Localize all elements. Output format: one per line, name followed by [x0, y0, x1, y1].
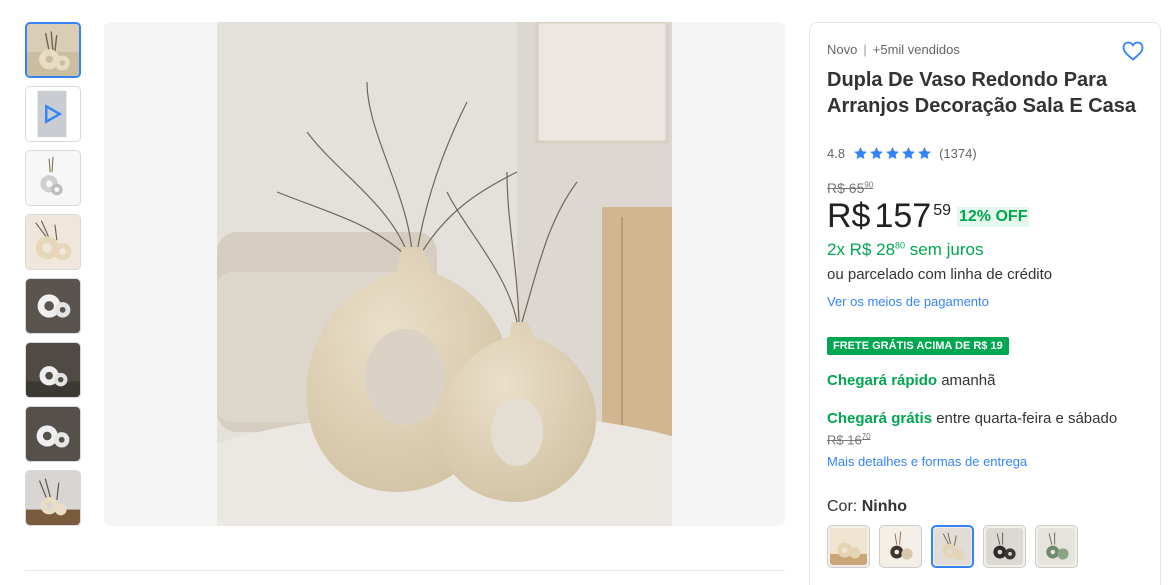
star-icon — [886, 147, 899, 160]
delivery-details-link[interactable]: Mais detalhes e formas de entrega — [827, 454, 1027, 469]
swatch-cream-vases[interactable] — [879, 525, 922, 568]
rating-row[interactable]: 4.8 (1374) — [827, 146, 977, 161]
price-integer: 157 — [874, 197, 932, 235]
sold-count: +5mil vendidos — [872, 42, 960, 57]
favorite-heart-icon[interactable] — [1121, 39, 1145, 63]
current-price: R$ 157 59 12% OFF — [827, 197, 1030, 236]
swatch-dark-vases[interactable] — [983, 525, 1026, 568]
thumbnail-4[interactable] — [25, 214, 81, 270]
thumbnail-8[interactable] — [25, 470, 81, 526]
color-label: Cor: Ninho — [827, 498, 908, 515]
thumbnail-video[interactable] — [25, 86, 81, 142]
discount-badge: 12% OFF — [957, 207, 1030, 227]
thumbnail-6[interactable] — [25, 342, 81, 398]
swatch-ninho[interactable] — [931, 525, 974, 568]
free-shipping-badge: FRETE GRÁTIS ACIMA DE R$ 19 — [827, 337, 1009, 355]
thumbnail-3[interactable] — [25, 150, 81, 206]
thumbnail-1[interactable] — [25, 22, 81, 78]
divider — [25, 570, 785, 571]
credit-line-text: ou parcelado com linha de crédito — [827, 266, 1053, 283]
price-currency: R$ — [827, 197, 871, 235]
condition-label: Novo — [827, 42, 858, 57]
star-icon — [870, 147, 883, 160]
star-icon — [854, 147, 867, 160]
thumbnail-7[interactable] — [25, 406, 81, 462]
selected-color: Ninho — [861, 498, 908, 515]
condition-sold: Novo | +5mil vendidos — [827, 42, 960, 57]
payment-methods-link[interactable]: Ver os meios de pagamento — [827, 294, 989, 309]
main-product-image[interactable] — [104, 22, 785, 526]
product-page: Novo | +5mil vendidos Dupla De Vaso Redond… — [0, 0, 1170, 585]
thumbnail-5[interactable] — [25, 278, 81, 334]
swatch-beige-vases[interactable] — [827, 525, 870, 568]
product-photo — [217, 22, 672, 526]
product-info-panel: Novo | +5mil vendidos Dupla De Vaso Redond… — [809, 22, 1161, 585]
installments: 2x R$ 2880 sem juros — [827, 240, 984, 259]
rating-value: 4.8 — [827, 146, 846, 161]
color-swatches — [827, 525, 1087, 568]
review-count: (1374) — [939, 146, 977, 161]
fast-delivery: Chegará rápido amanhã — [827, 372, 996, 389]
price-cents: 59 — [933, 202, 951, 219]
original-price: R$ 6590 — [827, 180, 874, 196]
original-shipping-price: R$ 1670 — [827, 432, 871, 448]
star-icon — [918, 147, 931, 160]
rating-stars — [853, 146, 933, 161]
product-title: Dupla De Vaso Redondo Para Arranjos Deco… — [827, 69, 1137, 117]
swatch-green-vases[interactable] — [1035, 525, 1078, 568]
free-delivery: Chegará grátis entre quarta-feira e sába… — [827, 410, 1118, 427]
star-icon — [902, 147, 915, 160]
